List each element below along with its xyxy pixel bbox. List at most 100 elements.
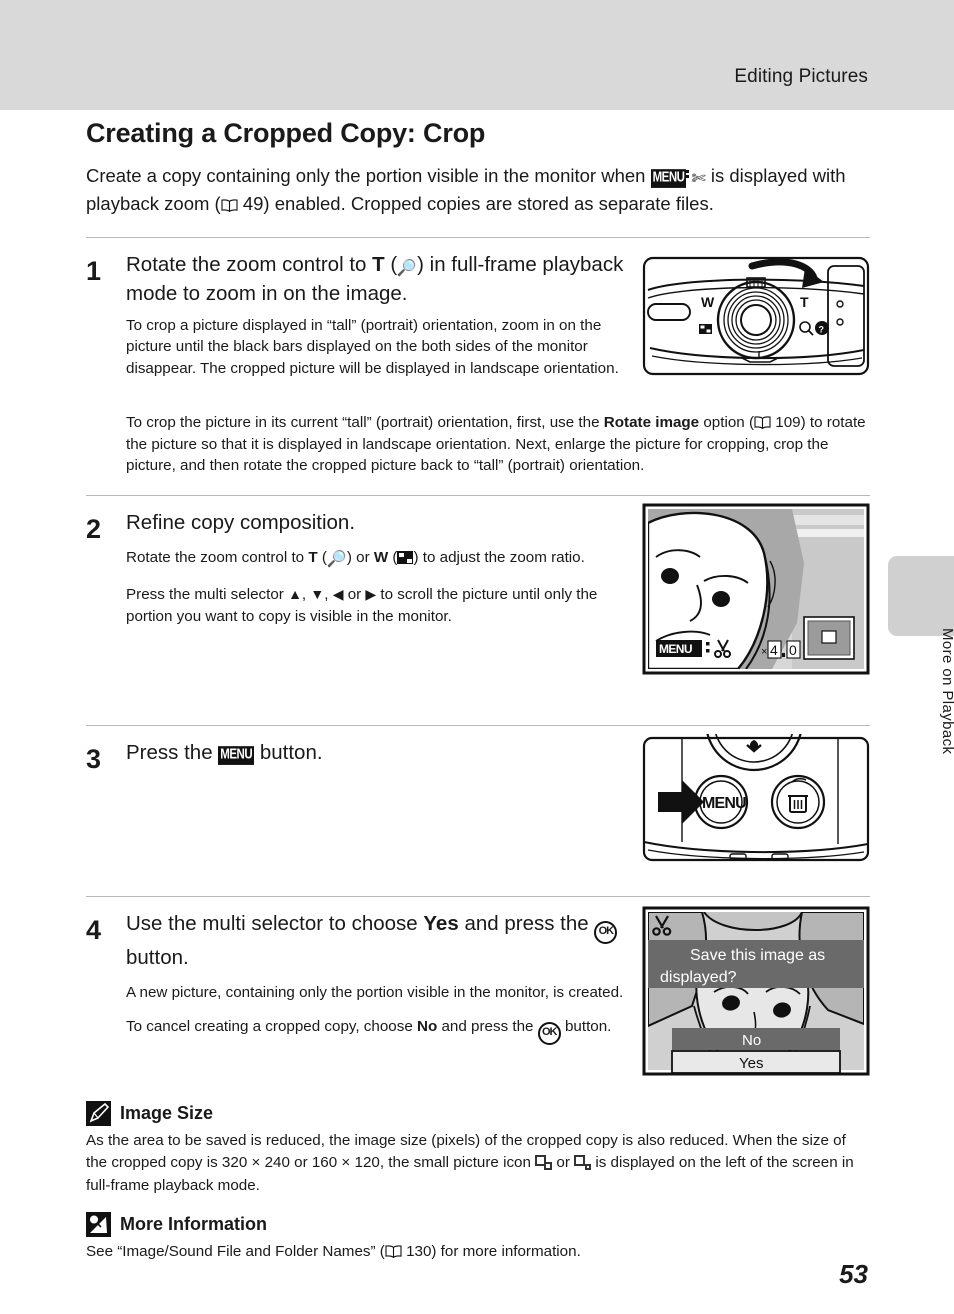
menu-icon: MENU xyxy=(650,169,687,188)
zoom-control-t-label: T xyxy=(372,253,385,277)
book-reference-icon xyxy=(221,199,238,213)
step-2-figure: MENU × 4 0 xyxy=(642,503,870,680)
step-4-detail2-c: button. xyxy=(560,1017,612,1035)
note-more-information-title: More Information xyxy=(120,1214,267,1235)
step-4-body: Use the multi selector to choose Yes and… xyxy=(126,908,641,1052)
side-tab-marker xyxy=(888,556,954,636)
monitor-save-dialog-illustration: Save this image as displayed? No Yes xyxy=(642,906,870,1076)
step-2: 2 Refine copy composition. Rotate the zo… xyxy=(86,496,870,707)
intro-text-part3: ) enabled. Cropped copies are stored as … xyxy=(263,193,714,215)
note-more-information-head: More Information xyxy=(86,1212,870,1238)
step-4-detail2-b: and press the xyxy=(437,1017,538,1035)
yes-option-label: Yes xyxy=(423,911,459,935)
step-2-detail1-b: ( xyxy=(317,549,327,567)
step-1-number: 1 xyxy=(86,256,102,287)
ok-button-icon: OK xyxy=(537,1021,561,1045)
step-2-detail1-c: ) or xyxy=(346,549,374,567)
step-2-detail-1: Rotate the zoom control to T (🔍) or W ()… xyxy=(126,547,641,572)
step-4-number: 4 xyxy=(86,914,102,945)
menu-scissors-icon-group: MENU ✄ xyxy=(650,162,706,190)
arrow-left-icon: ◀ xyxy=(332,585,344,602)
scissors-icon: ✄ xyxy=(691,169,706,188)
step-4-title: Use the multi selector to choose Yes and… xyxy=(126,910,641,972)
step-4-figure: Save this image as displayed? No Yes xyxy=(642,906,870,1081)
step-2-detail1-d: ( xyxy=(388,549,398,567)
svg-text:W: W xyxy=(701,294,715,310)
note-more-info-body-a: See “Image/Sound File and Folder Names” … xyxy=(86,1243,385,1261)
pencil-note-icon xyxy=(86,1100,111,1126)
svg-text:?: ? xyxy=(819,325,825,335)
step-3-title: Press the MENU button. xyxy=(126,739,641,767)
step-3-title-a: Press the xyxy=(126,740,219,764)
note-image-size-head: Image Size xyxy=(86,1100,870,1126)
note-image-size-title: Image Size xyxy=(120,1102,214,1123)
step-2-detail2-d: or xyxy=(343,585,366,603)
crop-navigation-box xyxy=(803,616,855,660)
monitor-zoomed-face-illustration: MENU × 4 0 xyxy=(642,503,870,675)
step-1-title-a: Rotate the zoom control to xyxy=(126,253,373,277)
arrow-right-icon: ▶ xyxy=(365,585,377,602)
step-1-body: Rotate the zoom control to T (🔍) in full… xyxy=(126,249,641,386)
step-1-title-b: ( xyxy=(384,253,398,277)
small-picture-icon-320 xyxy=(535,1155,553,1171)
step-2-body: Refine copy composition. Rotate the zoom… xyxy=(126,507,641,634)
note-more-info-body-b: ) for more information. xyxy=(431,1243,581,1261)
page-number: 53 xyxy=(839,1259,868,1289)
dialog-option-yes: Yes xyxy=(739,1055,763,1072)
arrow-up-icon: ▲ xyxy=(288,585,302,602)
step-4-detail-1: A new picture, containing only the porti… xyxy=(126,984,624,1002)
svg-text:0: 0 xyxy=(789,642,797,658)
page-title: Creating a Cropped Copy: Crop xyxy=(86,118,486,148)
magnifier-icon: 🔍 xyxy=(397,260,418,278)
step-2-detail-2: Press the multi selector ▲, ▼, ◀ or ▶ to… xyxy=(126,584,641,627)
step-3: 3 Press the MENU button. MENU xyxy=(86,672,870,878)
step-4-title-a: Use the multi selector to choose xyxy=(126,911,424,935)
intro-paragraph: Create a copy containing only the portio… xyxy=(86,162,866,218)
camera-back-menu-button-illustration: MENU xyxy=(642,672,870,862)
step-2-detail1-e: ) to adjust the zoom ratio. xyxy=(413,549,585,567)
page-content: Creating a Cropped Copy: Crop Create a c… xyxy=(86,118,870,1264)
note-image-size: Image Size As the area to be saved is re… xyxy=(86,1100,870,1198)
magnifier-icon: 🔍 xyxy=(326,551,347,569)
step-3-figure: MENU xyxy=(642,672,870,872)
step-2-detail1-a: Rotate the zoom control to xyxy=(126,549,309,567)
header-title: Editing Pictures xyxy=(734,66,868,87)
step-1-figure: W T ? xyxy=(642,252,870,387)
page-header-band xyxy=(0,0,954,110)
step-3-title-b: button. xyxy=(254,740,323,764)
step-2-title: Refine copy composition. xyxy=(126,510,356,534)
no-option-label: No xyxy=(417,1017,438,1035)
svg-text:T: T xyxy=(800,294,809,310)
note-more-information-body: See “Image/Sound File and Folder Names” … xyxy=(86,1241,870,1264)
zoom-control-t-label: T xyxy=(308,549,318,567)
svg-text:×: × xyxy=(761,646,767,658)
step-4-detail-2: To cancel creating a cropped copy, choos… xyxy=(126,1016,641,1045)
menu-icon: MENU xyxy=(218,746,255,765)
step-1: 1 Rotate the zoom control to T (🔍) in fu… xyxy=(86,238,870,508)
camera-top-zoom-control-illustration: W T ? xyxy=(642,257,870,376)
book-reference-icon xyxy=(385,1245,402,1259)
note-image-size-body-b: or xyxy=(552,1154,575,1172)
step-2-number: 2 xyxy=(86,513,102,544)
side-tab-label: More on Playback xyxy=(939,628,954,755)
step-2-detail2-c: , xyxy=(324,585,333,603)
svg-text:MENU: MENU xyxy=(702,795,746,812)
ok-button-icon: OK xyxy=(594,920,618,944)
step-3-number: 3 xyxy=(86,743,102,774)
intro-page-ref: 49 xyxy=(242,193,264,215)
step-4-detail2-a: To cancel creating a cropped copy, choos… xyxy=(126,1017,417,1035)
step-1-detail-1: To crop a picture displayed in “tall” (p… xyxy=(126,316,619,377)
step-4-title-c: button. xyxy=(126,945,189,969)
svg-text:4: 4 xyxy=(770,642,778,658)
dialog-message-line-1: Save this image as xyxy=(690,947,825,964)
thumbnail-view-icon xyxy=(397,551,414,565)
step-3-body: Press the MENU button. xyxy=(126,737,641,773)
note-image-size-body: As the area to be saved is reduced, the … xyxy=(86,1130,870,1198)
step-4: 4 Use the multi selector to choose Yes a… xyxy=(86,897,870,1093)
note-more-info-page-ref: 130 xyxy=(406,1243,432,1261)
book-reference-icon xyxy=(754,416,771,430)
dialog-message-line-2: displayed? xyxy=(660,969,737,986)
small-picture-icon-160 xyxy=(574,1155,592,1171)
magnifier-note-icon xyxy=(86,1212,111,1238)
step-1-title: Rotate the zoom control to T (🔍) in full… xyxy=(126,251,641,308)
